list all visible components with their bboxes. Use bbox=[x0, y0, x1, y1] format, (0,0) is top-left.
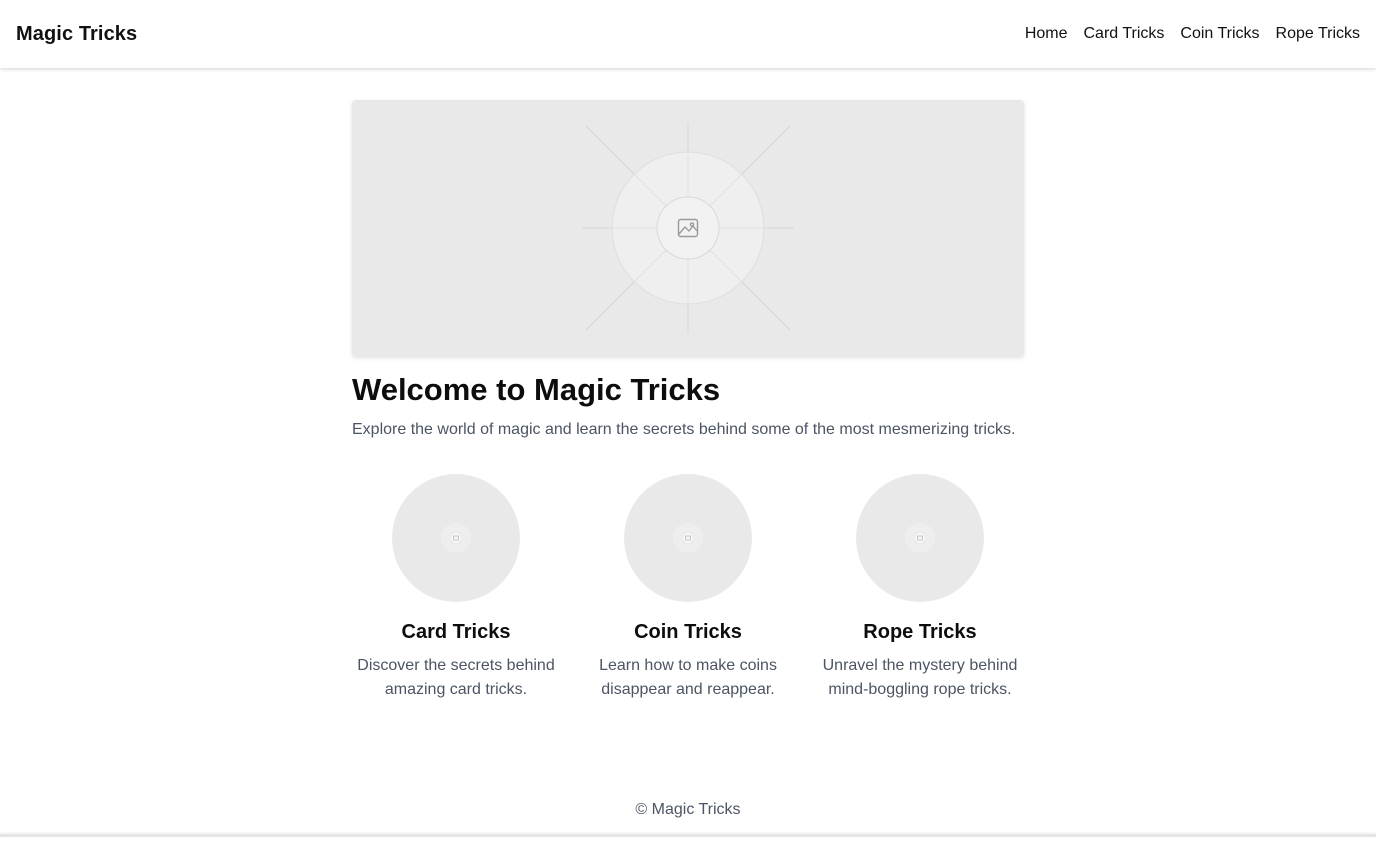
card-coin-tricks[interactable]: Coin Tricks Learn how to make coins disa… bbox=[584, 474, 792, 702]
site-logo[interactable]: Magic Tricks bbox=[16, 23, 137, 46]
image-placeholder-icon bbox=[905, 523, 935, 553]
site-footer: © Magic Tricks bbox=[0, 784, 1376, 836]
hero-image bbox=[352, 100, 1024, 356]
card-image-placeholder bbox=[392, 474, 520, 602]
card-title: Coin Tricks bbox=[634, 621, 742, 643]
image-placeholder-icon bbox=[582, 122, 794, 334]
card-title: Rope Tricks bbox=[863, 621, 977, 643]
card-description: Discover the secrets behind amazing card… bbox=[357, 657, 555, 698]
main-nav: Home Card Tricks Coin Tricks Rope Tricks bbox=[1025, 25, 1360, 43]
image-placeholder-icon bbox=[441, 523, 471, 553]
nav-link-coin-tricks[interactable]: Coin Tricks bbox=[1180, 25, 1259, 43]
trick-categories: Card Tricks Discover the secrets behind … bbox=[352, 474, 1024, 702]
nav-link-home[interactable]: Home bbox=[1025, 25, 1068, 43]
nav-link-card-tricks[interactable]: Card Tricks bbox=[1084, 25, 1165, 43]
footer-divider bbox=[0, 834, 1376, 837]
card-image-placeholder bbox=[624, 474, 752, 602]
page-title: Welcome to Magic Tricks bbox=[352, 372, 721, 407]
card-description: Unravel the mystery behind mind-boggling… bbox=[822, 657, 1018, 698]
card-card-tricks[interactable]: Card Tricks Discover the secrets behind … bbox=[352, 474, 560, 702]
image-placeholder-icon bbox=[673, 523, 703, 553]
site-header: Magic Tricks Home Card Tricks Coin Trick… bbox=[0, 0, 1376, 68]
card-description: Learn how to make coins disappear and re… bbox=[599, 657, 777, 698]
card-image-placeholder bbox=[856, 474, 984, 602]
card-rope-tricks[interactable]: Rope Tricks Unravel the mystery behind m… bbox=[816, 474, 1024, 702]
card-title: Card Tricks bbox=[401, 621, 511, 643]
main-content: Welcome to Magic Tricks Explore the worl… bbox=[352, 100, 1024, 702]
page: Magic Tricks Home Card Tricks Coin Trick… bbox=[0, 0, 1376, 844]
nav-link-rope-tricks[interactable]: Rope Tricks bbox=[1276, 25, 1360, 43]
footer-copyright: © Magic Tricks bbox=[635, 801, 741, 818]
page-subtitle: Explore the world of magic and learn the… bbox=[352, 421, 1016, 438]
